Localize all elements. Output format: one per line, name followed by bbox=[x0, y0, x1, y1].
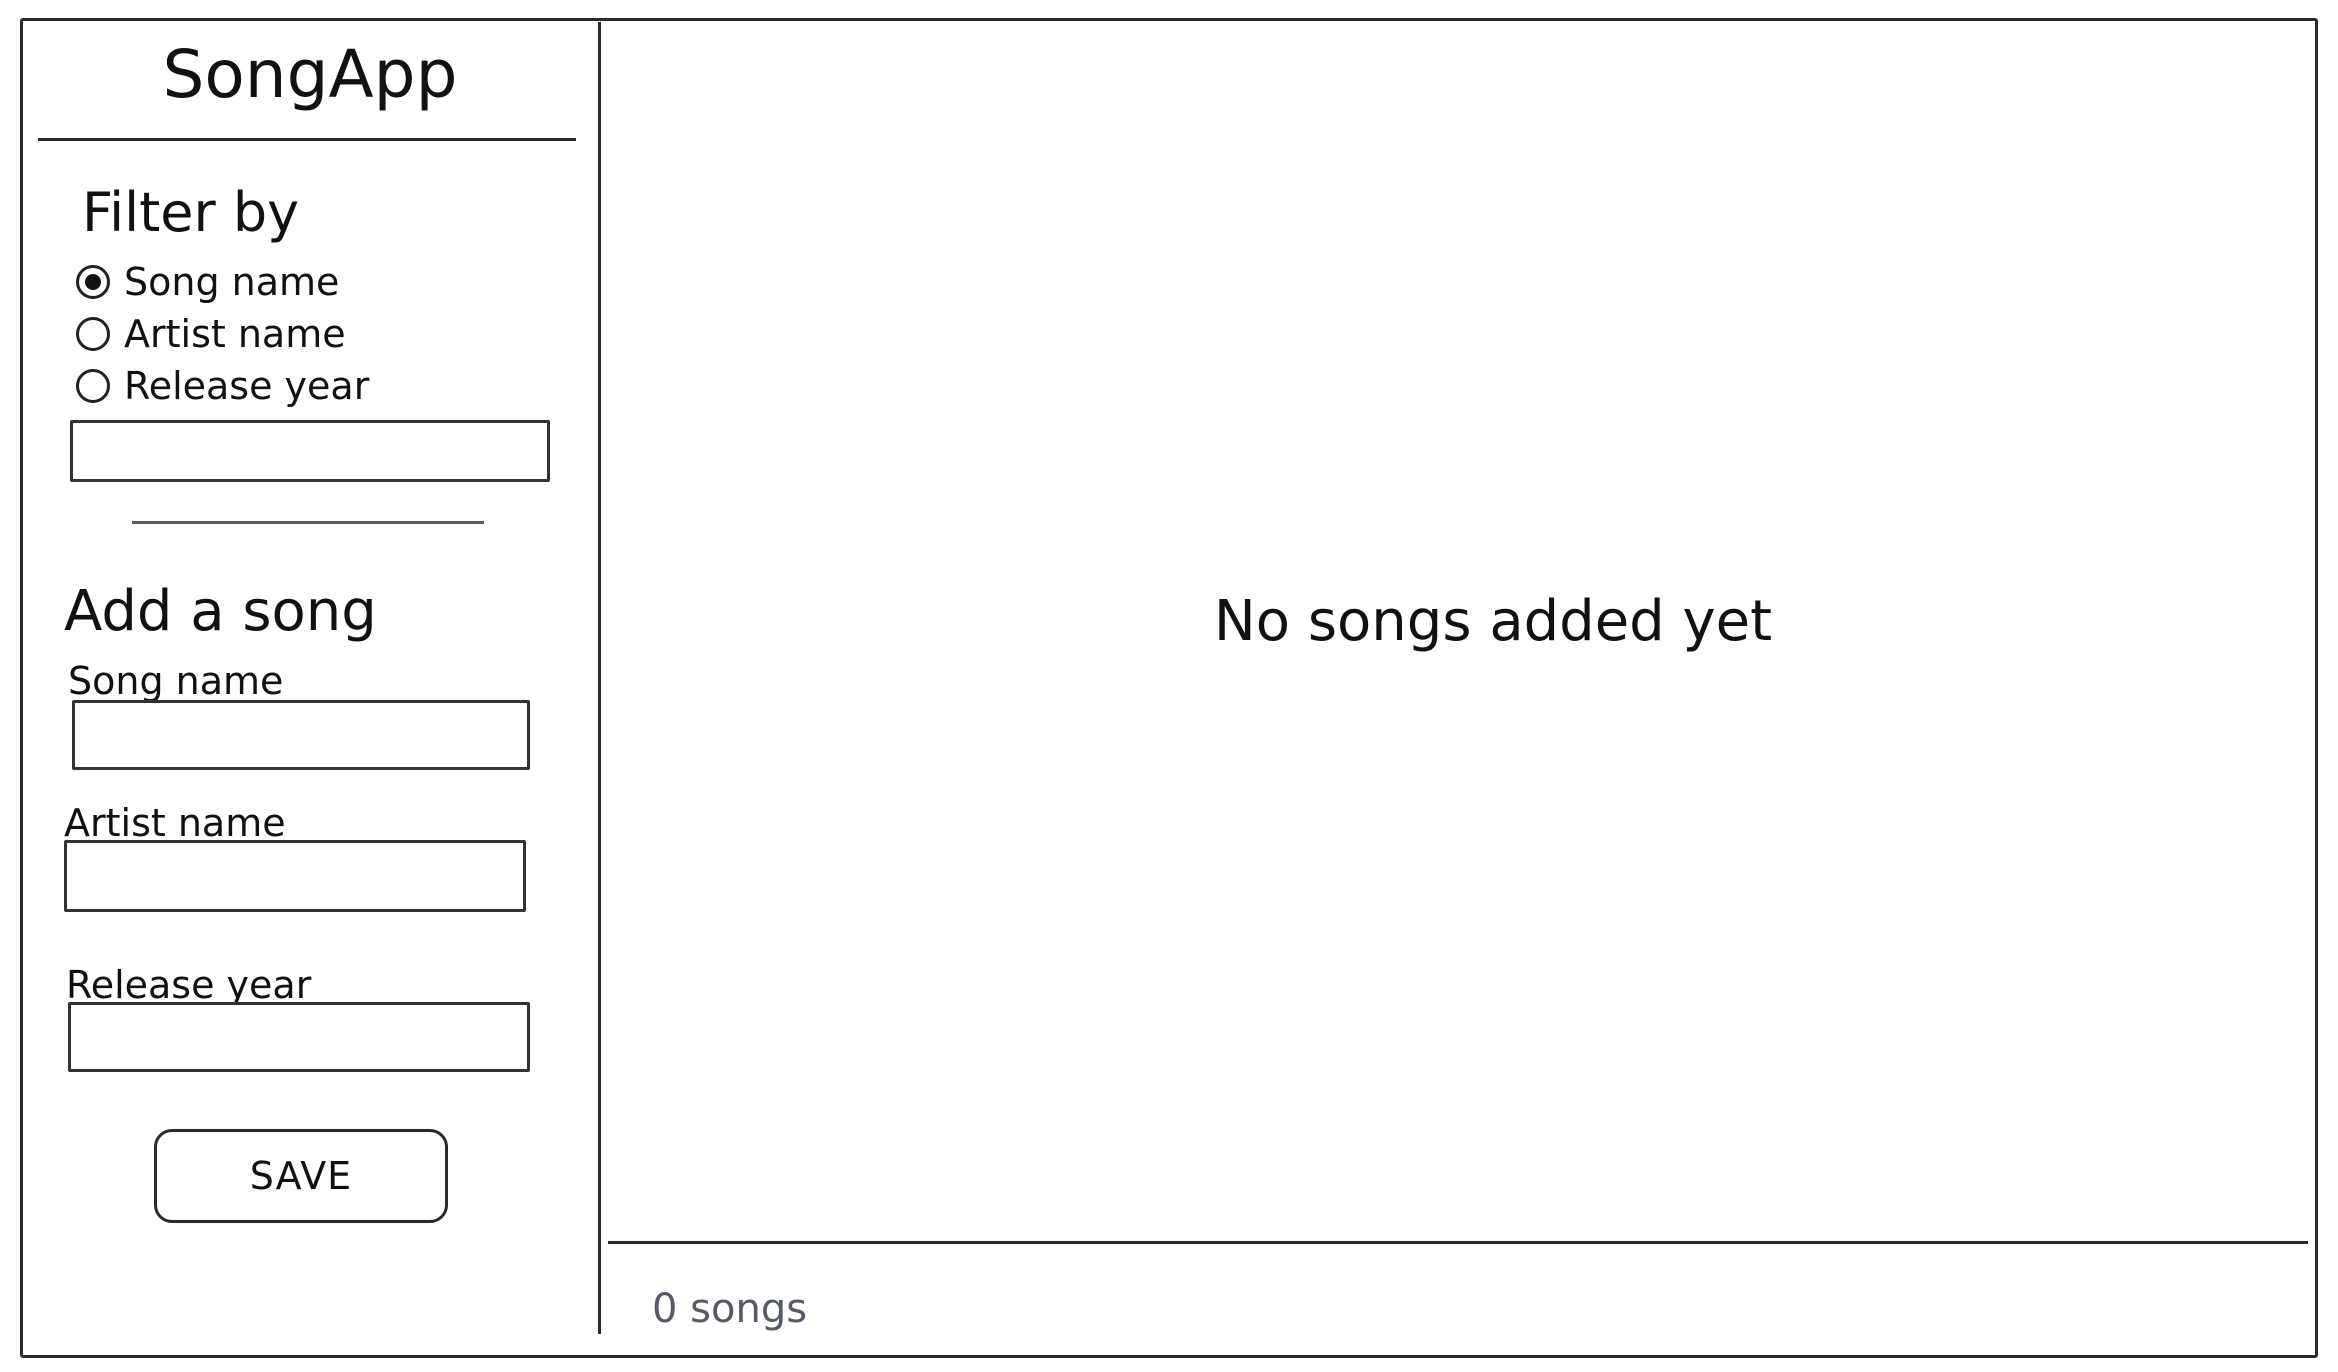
filter-option-label: Release year bbox=[124, 364, 370, 408]
filter-section-title: Filter by bbox=[82, 181, 300, 244]
radio-selected-icon[interactable] bbox=[76, 265, 110, 299]
filter-option-song-name[interactable]: Song name bbox=[72, 256, 369, 308]
filter-option-label: Artist name bbox=[124, 312, 346, 356]
filter-radio-group: Song name Artist name Release year bbox=[72, 256, 369, 412]
footer-divider bbox=[608, 1241, 2308, 1244]
add-song-title: Add a song bbox=[64, 579, 377, 644]
song-count-status: 0 songs bbox=[652, 1286, 808, 1332]
song-name-input[interactable] bbox=[72, 700, 530, 770]
artist-name-input[interactable] bbox=[64, 840, 526, 912]
filter-input[interactable] bbox=[70, 420, 550, 482]
filter-option-label: Song name bbox=[124, 260, 340, 304]
radio-dot-icon bbox=[85, 274, 101, 290]
app-title: SongApp bbox=[162, 36, 458, 113]
radio-unselected-icon[interactable] bbox=[76, 317, 110, 351]
filter-option-artist-name[interactable]: Artist name bbox=[72, 308, 369, 360]
filter-option-release-year[interactable]: Release year bbox=[72, 360, 369, 412]
section-divider bbox=[132, 521, 484, 524]
sidebar: SongApp Filter by Song name Artist name … bbox=[20, 18, 600, 1358]
release-year-input[interactable] bbox=[68, 1002, 530, 1072]
sidebar-divider bbox=[598, 22, 601, 1334]
radio-unselected-icon[interactable] bbox=[76, 369, 110, 403]
empty-state-message: No songs added yet bbox=[1213, 589, 1773, 654]
save-button[interactable]: SAVE bbox=[154, 1129, 448, 1223]
song-name-label: Song name bbox=[68, 659, 284, 703]
song-list-panel: No songs added yet 0 songs bbox=[602, 22, 2314, 1354]
title-divider bbox=[38, 138, 576, 141]
